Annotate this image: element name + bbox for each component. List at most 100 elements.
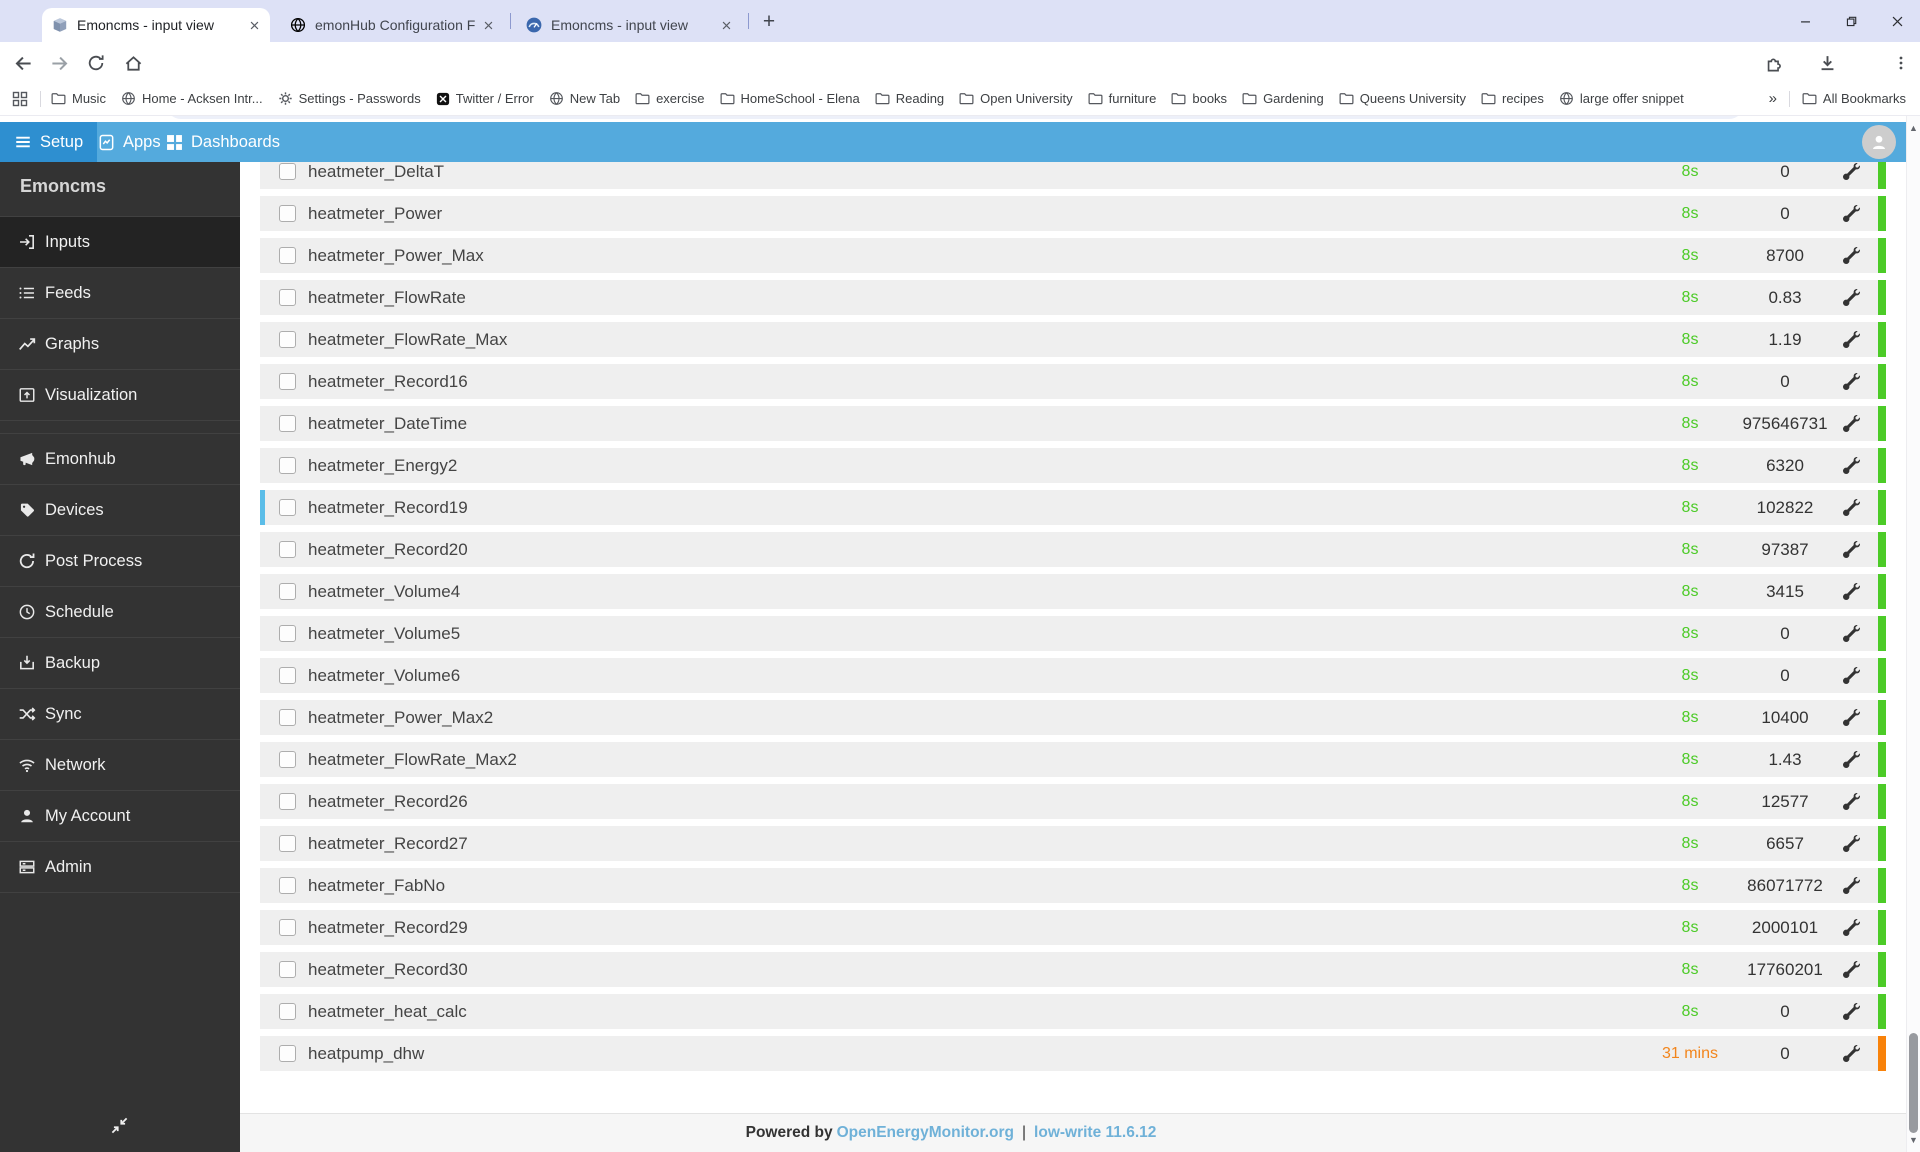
wrench-icon[interactable] [1843,163,1867,180]
window-restore-button[interactable] [1828,4,1874,38]
row-checkbox[interactable] [279,835,296,852]
wrench-icon[interactable] [1843,415,1867,432]
wrench-icon[interactable] [1843,499,1867,516]
extensions-button[interactable] [1761,50,1787,76]
bookmark-item[interactable]: Twitter / Error [436,91,534,106]
input-row[interactable]: heatmeter_Energy28s6320 [260,448,1886,483]
browser-tab-3[interactable]: Emoncms - input view [516,8,742,42]
browser-tab-2[interactable]: emonHub Configuration File — [280,8,504,42]
wrench-icon[interactable] [1843,1003,1867,1020]
wrench-icon[interactable] [1843,331,1867,348]
openenergymonitor-link[interactable]: OpenEnergyMonitor.org [837,1124,1014,1142]
input-row[interactable]: heatmeter_FlowRate_Max8s1.19 [260,322,1886,357]
browser-tab-1[interactable]: Emoncms - input view [42,8,270,42]
wrench-icon[interactable] [1843,1045,1867,1062]
wrench-icon[interactable] [1843,961,1867,978]
input-row[interactable]: heatmeter_Record208s97387 [260,532,1886,567]
bookmark-item[interactable]: Queens University [1339,91,1466,106]
wrench-icon[interactable] [1843,751,1867,768]
wrench-icon[interactable] [1843,919,1867,936]
window-close-button[interactable] [1874,4,1920,38]
row-checkbox[interactable] [279,877,296,894]
version-link[interactable]: low-write 11.6.12 [1034,1124,1156,1142]
home-button[interactable] [120,50,146,76]
wrench-icon[interactable] [1843,289,1867,306]
sidebar-item-graphs[interactable]: Graphs [0,319,240,370]
wrench-icon[interactable] [1843,877,1867,894]
bookmark-item[interactable]: Settings - Passwords [278,91,421,106]
bookmark-item[interactable]: recipes [1481,91,1544,106]
sidebar-item-backup[interactable]: Backup [0,638,240,689]
sidebar-item-sync[interactable]: Sync [0,689,240,740]
sidebar-item-devices[interactable]: Devices [0,485,240,536]
bookmark-item[interactable]: exercise [635,91,704,106]
input-row[interactable]: heatmeter_Power_Max8s8700 [260,238,1886,273]
row-checkbox[interactable] [279,793,296,810]
input-row[interactable]: heatmeter_FabNo8s86071772 [260,868,1886,903]
wrench-icon[interactable] [1843,625,1867,642]
tab-close-icon[interactable] [249,20,260,31]
row-checkbox[interactable] [279,331,296,348]
bookmark-item[interactable]: Music [51,91,106,106]
wrench-icon[interactable] [1843,583,1867,600]
page-scrollbar[interactable]: ▲ ▼ [1906,116,1920,1152]
bookmark-item[interactable]: Home - Acksen Intr... [121,91,263,106]
forward-button[interactable] [46,50,72,76]
row-checkbox[interactable] [279,625,296,642]
sidebar-item-feeds[interactable]: Feeds [0,268,240,319]
sidebar-item-my-account[interactable]: My Account [0,791,240,842]
input-row[interactable]: heatmeter_Record298s2000101 [260,910,1886,945]
row-checkbox[interactable] [279,1003,296,1020]
sidebar-collapse-button[interactable] [110,1116,129,1135]
navbar-item-dashboards[interactable]: Dashboards [152,122,294,162]
bookmark-item[interactable]: Gardening [1242,91,1324,106]
input-row[interactable]: heatpump_dhw31 mins0 [260,1036,1886,1071]
row-checkbox[interactable] [279,667,296,684]
reload-button[interactable] [83,50,109,76]
row-checkbox[interactable] [279,289,296,306]
input-row[interactable]: heatmeter_DateTime8s975646731 [260,406,1886,441]
bookmark-item[interactable]: large offer snippet [1559,91,1684,106]
bookmark-item[interactable]: furniture [1088,91,1157,106]
bookmarks-overflow-button[interactable]: » [1769,90,1777,107]
all-bookmarks-button[interactable]: All Bookmarks [1802,91,1906,106]
row-checkbox[interactable] [279,1045,296,1062]
row-checkbox[interactable] [279,457,296,474]
row-checkbox[interactable] [279,373,296,390]
wrench-icon[interactable] [1843,541,1867,558]
sidebar-item-network[interactable]: Network [0,740,240,791]
new-tab-button[interactable]: + [756,9,782,35]
navbar-item-setup[interactable]: Setup [0,122,97,162]
scroll-up-icon[interactable]: ▲ [1907,120,1920,136]
tab-close-icon[interactable] [721,20,732,31]
tab-close-icon[interactable] [483,20,494,31]
wrench-icon[interactable] [1843,793,1867,810]
user-avatar[interactable] [1862,125,1896,159]
row-checkbox[interactable] [279,709,296,726]
wrench-icon[interactable] [1843,247,1867,264]
input-row[interactable]: heatmeter_Record268s12577 [260,784,1886,819]
wrench-icon[interactable] [1843,373,1867,390]
wrench-icon[interactable] [1843,835,1867,852]
back-button[interactable] [10,50,36,76]
downloads-button[interactable] [1814,50,1840,76]
input-row[interactable]: heatmeter_Record308s17760201 [260,952,1886,987]
bookmark-item[interactable]: HomeSchool - Elena [720,91,860,106]
input-row[interactable]: heatmeter_FlowRate8s0.83 [260,280,1886,315]
row-checkbox[interactable] [279,247,296,264]
sidebar-item-admin[interactable]: Admin [0,842,240,893]
bookmark-item[interactable]: Reading [875,91,944,106]
input-row[interactable]: heatmeter_Volume58s0 [260,616,1886,651]
row-checkbox[interactable] [279,751,296,768]
input-row[interactable]: heatmeter_Power_Max28s10400 [260,700,1886,735]
wrench-icon[interactable] [1843,709,1867,726]
scrollbar-thumb[interactable] [1909,1033,1918,1133]
browser-menu-button[interactable] [1888,50,1914,76]
window-minimize-button[interactable] [1782,4,1828,38]
wrench-icon[interactable] [1843,457,1867,474]
sidebar-item-schedule[interactable]: Schedule [0,587,240,638]
wrench-icon[interactable] [1843,667,1867,684]
bookmark-item[interactable]: books [1171,91,1227,106]
row-checkbox[interactable] [279,205,296,222]
row-checkbox[interactable] [279,541,296,558]
